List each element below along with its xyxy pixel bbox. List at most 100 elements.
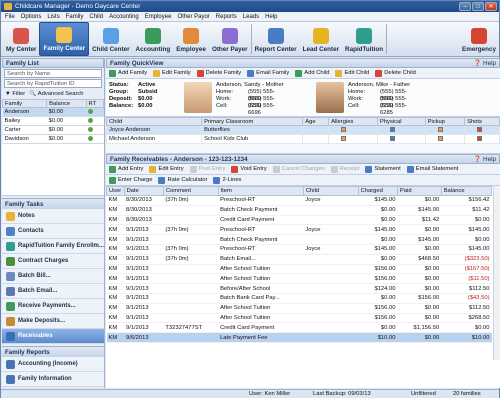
family-row[interactable]: Anderson $0.00 bbox=[2, 107, 104, 117]
advanced-search-button[interactable]: 🔍 Advanced Search bbox=[29, 91, 83, 97]
col-balance[interactable]: Balance bbox=[440, 186, 493, 196]
menu-options[interactable]: Options bbox=[21, 12, 42, 21]
toolbar-other-payer-button[interactable]: Other Payer bbox=[209, 22, 251, 56]
receivable-row[interactable]: KM 9/1/2013 Before/After School $124.00 $0.0… bbox=[106, 283, 492, 294]
post-entry-button[interactable]: Post Entry bbox=[189, 165, 225, 173]
rate-calculator-button[interactable]: Rate Calculator bbox=[158, 176, 207, 184]
receivable-row[interactable]: KM 9/1/2013 (37h 0m) Batch Email... $0.00 $46… bbox=[106, 254, 492, 265]
task-rapidtuition-family-enrollm[interactable]: RapidTuition Family Enrollm... bbox=[2, 239, 104, 254]
col-age[interactable]: Age bbox=[302, 117, 330, 126]
receivable-row[interactable]: KM 8/30/2013 Credit Card Payment $0.00 $11.4… bbox=[106, 215, 492, 226]
toolbar-employee-button[interactable]: Employee bbox=[173, 22, 209, 56]
email-statement-button[interactable]: Email Statement bbox=[406, 165, 458, 173]
search-rt-input[interactable]: Search by RapidTuition ID bbox=[4, 79, 102, 88]
2-lines-button[interactable]: 2-Lines bbox=[213, 176, 241, 184]
toolbar-lead-center-button[interactable]: Lead Center bbox=[300, 22, 342, 56]
add-child-button[interactable]: Add Child bbox=[295, 69, 329, 77]
close-button[interactable]: ✕ bbox=[485, 2, 497, 11]
toolbar-my-center-button[interactable]: My Center bbox=[3, 22, 39, 56]
receivable-row[interactable]: KM 9/1/2013 After School Tuition $156.00 $0.… bbox=[106, 264, 492, 275]
toolbar-family-center-button[interactable]: Family Center bbox=[39, 22, 90, 56]
task-receivables[interactable]: Receivables bbox=[2, 329, 104, 344]
task-batch-bill[interactable]: Batch Bill... bbox=[2, 269, 104, 284]
splitter[interactable] bbox=[106, 144, 500, 154]
task-notes[interactable]: Notes bbox=[2, 209, 104, 224]
col-shots[interactable]: Shots bbox=[464, 117, 500, 126]
email-family-button[interactable]: Email Family bbox=[247, 69, 289, 77]
col-item[interactable]: Item bbox=[217, 186, 304, 196]
add-family-button[interactable]: Add Family bbox=[109, 69, 147, 77]
menu-leads[interactable]: Leads bbox=[243, 12, 259, 21]
maximize-button[interactable]: □ bbox=[472, 2, 484, 11]
task-batch-email[interactable]: Batch Email... bbox=[2, 284, 104, 299]
edit-child-button[interactable]: Edit Child bbox=[335, 69, 369, 77]
quickview-help-button[interactable]: ❓ Help bbox=[473, 59, 496, 68]
receivables-scrollbar[interactable] bbox=[493, 186, 500, 360]
minimize-button[interactable]: – bbox=[459, 2, 471, 11]
receivable-row[interactable]: KM 9/1/2013 After School Tuition $156.00 $0.… bbox=[106, 303, 492, 314]
task-receive-payments[interactable]: Receive Payments... bbox=[2, 299, 104, 314]
void-entry-button[interactable]: Void Entry bbox=[231, 165, 267, 173]
filter-button[interactable]: ▼ Filter bbox=[5, 91, 25, 97]
col-physical[interactable]: Physical bbox=[376, 117, 426, 126]
col-date[interactable]: Date bbox=[123, 186, 164, 196]
col-comment[interactable]: Comment bbox=[162, 186, 219, 196]
report-family-information[interactable]: Family Information bbox=[2, 372, 104, 387]
receivable-row[interactable]: KM 9/1/2013 T32327477ST Credit Card Payment… bbox=[106, 322, 492, 334]
col-paid[interactable]: Paid bbox=[396, 186, 442, 196]
receivable-row[interactable]: KM 8/30/2013 (37h 0m) Preschool-RT Joyce $145… bbox=[106, 195, 492, 206]
report-accounting-income[interactable]: Accounting (Income) bbox=[2, 357, 104, 372]
menu-other-payor[interactable]: Other Payor bbox=[177, 12, 209, 21]
menu-lists[interactable]: Lists bbox=[47, 12, 59, 21]
receivable-row[interactable]: KM 8/30/2013 Batch Check Payment $0.00 $145.… bbox=[106, 205, 492, 216]
child-row[interactable]: Michael Anderson School Kids Club bbox=[105, 134, 500, 144]
col-user[interactable]: User bbox=[106, 186, 125, 196]
menu-help[interactable]: Help bbox=[265, 12, 277, 21]
toolbar-child-center-button[interactable]: Child Center bbox=[89, 22, 132, 56]
col-balance[interactable]: Balance bbox=[46, 99, 87, 108]
col-child[interactable]: Child bbox=[302, 186, 359, 196]
cancel-changes-button[interactable]: Cancel Changes bbox=[272, 165, 325, 173]
family-row[interactable]: Carter $0.00 bbox=[2, 125, 104, 135]
delete-family-button[interactable]: Delete Family bbox=[196, 69, 241, 77]
receipt-button[interactable]: Receipt bbox=[330, 165, 359, 173]
receivable-row[interactable]: KM 9/1/2013 After School Tuition $156.00 $0.… bbox=[106, 313, 492, 324]
family-row[interactable]: Davidson $0.00 bbox=[2, 134, 104, 144]
statement-button[interactable]: Statement bbox=[365, 165, 401, 173]
delete-child-button[interactable]: Delete Child bbox=[375, 69, 416, 77]
family-row[interactable]: Bailey $0.00 bbox=[2, 116, 104, 126]
menu-file[interactable]: File bbox=[5, 12, 15, 21]
child-row[interactable]: Joyce Anderson Butterflies bbox=[105, 125, 500, 135]
toolbar-emergency-button[interactable]: Emergency bbox=[459, 22, 499, 56]
toolbar-report-center-button[interactable]: Report Center bbox=[252, 22, 300, 56]
receivables-help-button[interactable]: ❓ Help bbox=[473, 155, 496, 164]
receivable-row[interactable]: KM 9/1/2013 (37h 0m) Preschool-RT Joyce $145.… bbox=[106, 224, 492, 236]
menu-accounting[interactable]: Accounting bbox=[109, 12, 139, 21]
add-entry-button[interactable]: Add Entry bbox=[109, 165, 143, 173]
menu-reports[interactable]: Reports bbox=[216, 12, 237, 21]
receivable-row[interactable]: KM 9/1/2013 Batch Check Payment $0.00 $145.0… bbox=[106, 234, 492, 245]
receivable-row[interactable]: KM 9/1/2013 Batch Bank Card Pay... $0.00 $15… bbox=[106, 293, 492, 304]
menu-child[interactable]: Child bbox=[89, 12, 103, 21]
col-child[interactable]: Child bbox=[105, 117, 203, 126]
task-make-deposits[interactable]: Make Deposits... bbox=[2, 314, 104, 329]
edit-entry-button[interactable]: Edit Entry bbox=[149, 165, 184, 173]
col-pickup[interactable]: Pickup bbox=[424, 117, 466, 126]
menu-family[interactable]: Family bbox=[66, 12, 84, 21]
receivable-row[interactable]: KM 9/1/2013 After School Tuition $156.00 $0.… bbox=[106, 273, 492, 285]
enter-charge-button[interactable]: Enter Charge bbox=[109, 176, 152, 184]
toolbar-accounting-button[interactable]: Accounting bbox=[133, 22, 174, 56]
edit-family-button[interactable]: Edit Family bbox=[153, 69, 191, 77]
col-primary-classroom[interactable]: Primary Classroom bbox=[201, 117, 304, 126]
toolbar-rapidtuition-button[interactable]: RapidTuition bbox=[342, 22, 386, 56]
search-name-input[interactable]: Search by Name bbox=[4, 69, 102, 78]
task-contacts[interactable]: Contacts bbox=[2, 224, 104, 239]
col-family[interactable]: Family bbox=[1, 99, 48, 108]
receivable-row[interactable]: KM 9/6/2013 Late Payment Fee $10.00 $0.00 $10… bbox=[106, 332, 492, 343]
col-allergies[interactable]: Allergies bbox=[328, 117, 378, 126]
receivable-row[interactable]: KM 9/1/2013 (37h 0m) Preschool-RT Joyce $145.… bbox=[106, 244, 492, 255]
task-contract-charges[interactable]: Contract Charges bbox=[2, 254, 104, 269]
col-rt[interactable]: RT bbox=[85, 99, 105, 108]
col-charged[interactable]: Charged bbox=[357, 186, 398, 196]
menu-employee[interactable]: Employee bbox=[145, 12, 172, 21]
